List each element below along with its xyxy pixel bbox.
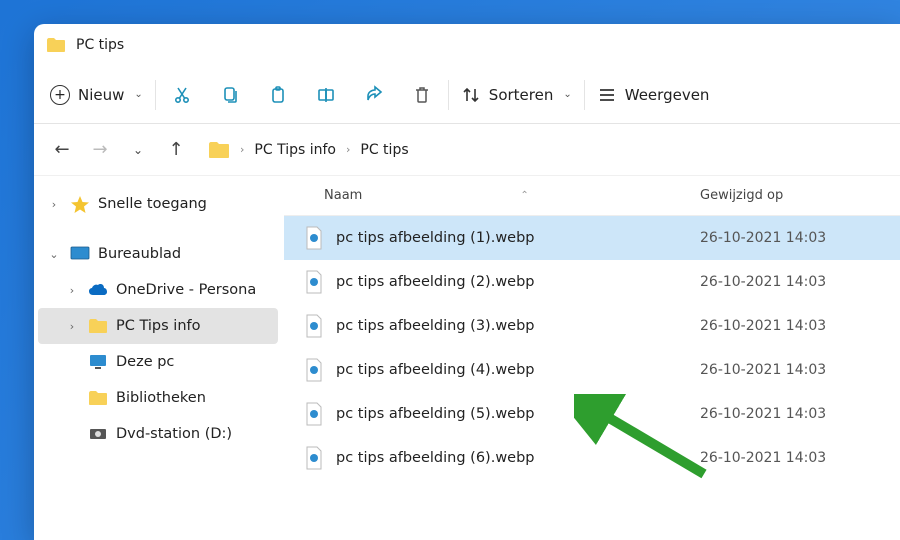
cloud-icon <box>88 281 108 299</box>
chevron-right-icon: › <box>64 284 80 297</box>
sidebar: › Snelle toegang ⌄ Bureaublad › OneDrive… <box>34 176 284 540</box>
view-icon <box>597 85 617 105</box>
copy-icon <box>220 85 240 105</box>
folder-icon <box>88 317 108 335</box>
rename-button[interactable] <box>302 77 350 113</box>
breadcrumb-parent[interactable]: PC Tips info <box>254 142 336 158</box>
col-name-label: Naam <box>324 188 362 203</box>
file-icon <box>304 402 324 426</box>
copy-button[interactable] <box>206 77 254 113</box>
file-date: 26-10-2021 14:03 <box>700 318 900 334</box>
folder-icon <box>88 389 108 407</box>
sidebar-label: Snelle toegang <box>98 196 207 212</box>
star-icon <box>70 195 90 213</box>
chevron-right-icon: › <box>240 143 244 156</box>
sort-label: Sorteren <box>489 86 554 104</box>
scissors-icon <box>172 85 192 105</box>
desktop-icon <box>70 245 90 263</box>
monitor-icon <box>88 353 108 371</box>
sidebar-item-thispc[interactable]: Deze pc <box>38 344 278 380</box>
chevron-down-icon: ⌄ <box>563 89 571 100</box>
paste-button[interactable] <box>254 77 302 113</box>
sidebar-item-onedrive[interactable]: › OneDrive - Persona <box>38 272 278 308</box>
file-name: pc tips afbeelding (5).webp <box>336 406 700 422</box>
sidebar-label: PC Tips info <box>116 318 200 334</box>
disc-icon <box>88 425 108 443</box>
view-button[interactable]: Weergeven <box>587 77 720 113</box>
file-pane: Naam ⌃ Gewijzigd op pc tips afbeelding (… <box>284 176 900 540</box>
col-modified-label: Gewijzigd op <box>700 188 783 203</box>
col-modified-header[interactable]: Gewijzigd op <box>700 188 900 203</box>
file-row[interactable]: pc tips afbeelding (2).webp 26-10-2021 1… <box>284 260 900 304</box>
folder-icon <box>46 37 66 53</box>
file-row[interactable]: pc tips afbeelding (4).webp 26-10-2021 1… <box>284 348 900 392</box>
file-icon <box>304 446 324 470</box>
rename-icon <box>316 85 336 105</box>
file-row[interactable]: pc tips afbeelding (3).webp 26-10-2021 1… <box>284 304 900 348</box>
file-name: pc tips afbeelding (4).webp <box>336 362 700 378</box>
forward-button[interactable]: → <box>82 132 118 168</box>
paste-icon <box>268 85 288 105</box>
sidebar-item-dvd[interactable]: Dvd-station (D:) <box>38 416 278 452</box>
sidebar-item-quick-access[interactable]: › Snelle toegang <box>38 186 278 222</box>
col-name-header[interactable]: Naam ⌃ <box>284 188 700 203</box>
cut-button[interactable] <box>158 77 206 113</box>
titlebar: PC tips <box>34 24 900 66</box>
separator <box>448 80 449 110</box>
file-name: pc tips afbeelding (2).webp <box>336 274 700 290</box>
sidebar-item-desktop[interactable]: ⌄ Bureaublad <box>38 236 278 272</box>
view-label: Weergeven <box>625 86 710 104</box>
file-date: 26-10-2021 14:03 <box>700 274 900 290</box>
sort-icon <box>461 85 481 105</box>
file-row[interactable]: pc tips afbeelding (1).webp 26-10-2021 1… <box>284 216 900 260</box>
trash-icon <box>412 85 432 105</box>
explorer-window: PC tips + Nieuw ⌄ Sorteren ⌄ Weergeven ←… <box>34 24 900 540</box>
delete-button[interactable] <box>398 77 446 113</box>
recent-dropdown[interactable]: ⌄ <box>120 132 156 168</box>
window-title: PC tips <box>76 37 124 53</box>
chevron-down-icon: ⌄ <box>46 248 62 261</box>
file-row[interactable]: pc tips afbeelding (6).webp 26-10-2021 1… <box>284 436 900 480</box>
file-icon <box>304 226 324 250</box>
file-row[interactable]: pc tips afbeelding (5).webp 26-10-2021 1… <box>284 392 900 436</box>
sidebar-label: Bureaublad <box>98 246 181 262</box>
sort-indicator-icon: ⌃ <box>520 190 528 201</box>
file-icon <box>304 358 324 382</box>
breadcrumb-current[interactable]: PC tips <box>360 142 408 158</box>
plus-icon: + <box>50 85 70 105</box>
column-headers: Naam ⌃ Gewijzigd op <box>284 176 900 216</box>
folder-icon <box>208 141 230 159</box>
sidebar-label: OneDrive - Persona <box>116 282 256 298</box>
file-date: 26-10-2021 14:03 <box>700 450 900 466</box>
up-button[interactable]: ↑ <box>158 132 194 168</box>
sidebar-item-pctips[interactable]: › PC Tips info <box>38 308 278 344</box>
file-date: 26-10-2021 14:03 <box>700 362 900 378</box>
file-name: pc tips afbeelding (6).webp <box>336 450 700 466</box>
chevron-right-icon: › <box>346 143 350 156</box>
file-icon <box>304 270 324 294</box>
separator <box>584 80 585 110</box>
address-bar[interactable]: › PC Tips info › PC tips <box>208 141 409 159</box>
separator <box>155 80 156 110</box>
chevron-down-icon: ⌄ <box>134 89 142 100</box>
sort-button[interactable]: Sorteren ⌄ <box>451 77 582 113</box>
share-icon <box>364 85 384 105</box>
nav-row: ← → ⌄ ↑ › PC Tips info › PC tips <box>34 124 900 176</box>
chevron-right-icon: › <box>64 320 80 333</box>
file-date: 26-10-2021 14:03 <box>700 406 900 422</box>
file-name: pc tips afbeelding (1).webp <box>336 230 700 246</box>
sidebar-label: Bibliotheken <box>116 390 206 406</box>
sidebar-item-libraries[interactable]: Bibliotheken <box>38 380 278 416</box>
file-date: 26-10-2021 14:03 <box>700 230 900 246</box>
file-icon <box>304 314 324 338</box>
file-name: pc tips afbeelding (3).webp <box>336 318 700 334</box>
sidebar-label: Deze pc <box>116 354 174 370</box>
back-button[interactable]: ← <box>44 132 80 168</box>
share-button[interactable] <box>350 77 398 113</box>
sidebar-label: Dvd-station (D:) <box>116 426 232 442</box>
new-label: Nieuw <box>78 86 124 104</box>
toolbar: + Nieuw ⌄ Sorteren ⌄ Weergeven <box>34 66 900 124</box>
chevron-right-icon: › <box>46 198 62 211</box>
new-button[interactable]: + Nieuw ⌄ <box>40 77 153 113</box>
